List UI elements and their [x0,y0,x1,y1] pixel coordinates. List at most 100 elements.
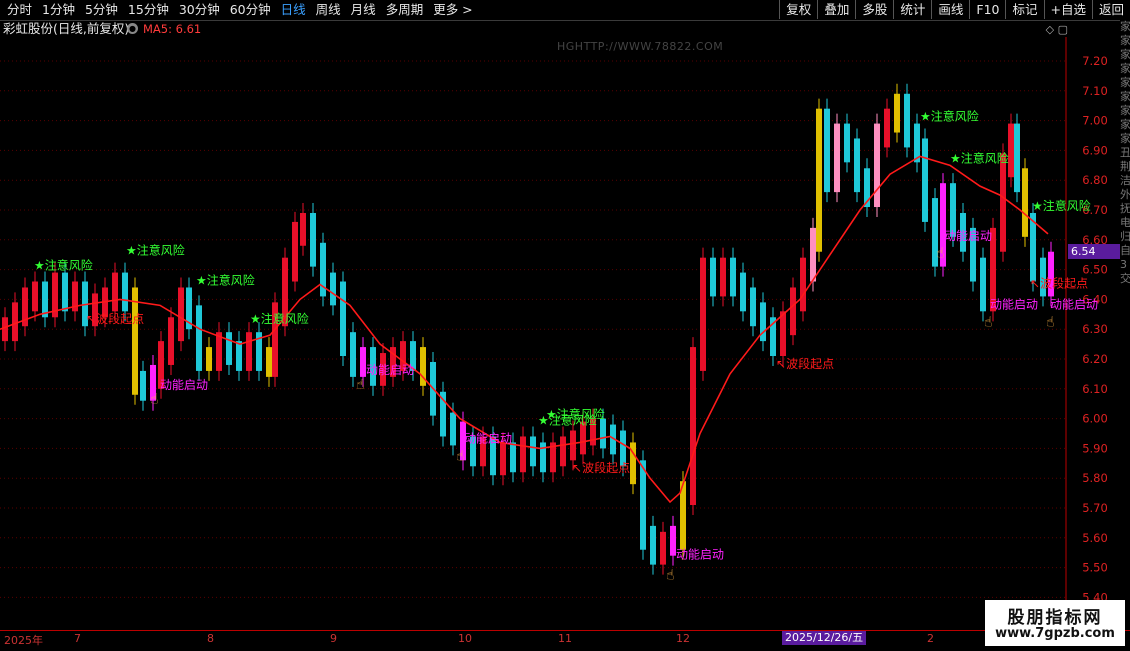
wave-annotation: ↖波段起点 [776,356,834,371]
tool-button-5[interactable]: F10 [969,0,1005,19]
candle-body [226,332,232,365]
momentum-annotation: 动能启动 [1050,297,1098,311]
price-axis-label: 7.10 [1082,84,1108,98]
candle-body [216,332,222,371]
candle-body [530,436,536,467]
tab-timeframe-8[interactable]: 月线 [346,1,381,19]
price-axis-label: 5.90 [1082,441,1108,455]
current-price-badge: 6.54 [1068,244,1123,259]
side-strip-char: 荆 [1120,160,1130,173]
momentum-annotation-text: 动能启动 [990,297,1038,311]
tool-button-6[interactable]: 标记 [1005,0,1043,19]
wave-annotation-text: 波段起点 [582,460,630,475]
risk-annotation: ★注意风险 [196,273,255,288]
candle-body [112,272,118,312]
side-strip-char: 抚 [1120,202,1130,215]
price-axis-label: 7.20 [1082,54,1108,68]
risk-annotation-text: 注意风险 [961,150,1009,165]
tab-timeframe-6[interactable]: 日线 [276,1,311,19]
date-axis-label: 8 [207,632,214,645]
tab-timeframe-1[interactable]: 1分钟 [37,1,80,19]
tool-button-3[interactable]: 统计 [893,0,931,19]
momentum-annotation: 动能启动 [944,229,992,243]
price-axis-label: 5.60 [1082,531,1108,545]
date-axis-label: 2 [927,632,934,645]
tab-timeframe-4[interactable]: 30分钟 [174,1,225,19]
hand-pointer-icon: ☝ [666,568,675,584]
risk-annotation-text: 注意风险 [931,109,979,124]
candle-body [710,257,716,297]
candle-body [2,317,8,342]
side-strip-char: 归 [1120,230,1130,243]
tab-timeframe-9[interactable]: 多周期 [381,1,429,19]
settings-dot-icon[interactable]: ● [127,23,138,34]
candle-body [730,257,736,297]
candle-body [720,257,726,297]
price-axis-label: 6.50 [1082,263,1108,277]
kline-chart[interactable]: 7.207.107.006.906.806.706.606.506.406.30… [0,37,1120,630]
price-axis-label: 6.00 [1082,412,1108,426]
tab-timeframe-10[interactable]: 更多 > [428,1,477,19]
cursor-date-badge: 2025/12/26/五 [782,631,867,645]
candle-body [350,332,356,377]
ma-label: MA5: 6.61 [143,22,202,36]
risk-annotation: ★注意风险 [1032,198,1091,213]
tool-button-7[interactable]: +自选 [1043,0,1092,19]
risk-annotation-text: 注意风险 [261,311,309,326]
momentum-annotation: 动能启动 [464,431,512,445]
risk-annotation-marker: ★ [126,244,137,258]
candle-body [600,418,606,449]
price-axis-label: 6.10 [1082,382,1108,396]
candle-body [824,108,830,193]
tool-button-8[interactable]: 返回 [1091,0,1130,19]
wave-annotation: ↖波段起点 [1030,275,1088,290]
side-strip-char: 家 [1120,118,1130,131]
hand-pointer-icon: ☝ [150,392,159,408]
tab-timeframe-2[interactable]: 5分钟 [80,1,123,19]
candle-body [800,257,806,312]
price-axis-label: 5.80 [1082,471,1108,485]
candle-body [922,138,928,222]
side-strip-char: 家 [1120,34,1130,47]
tab-timeframe-3[interactable]: 15分钟 [123,1,174,19]
tool-button-1[interactable]: 叠加 [817,0,855,19]
side-strip-char: 家 [1120,76,1130,89]
candle-body [700,257,706,371]
side-strip-char: 丑 [1120,146,1130,159]
risk-annotation-marker: ★ [250,312,261,326]
price-axis-label: 5.70 [1082,501,1108,515]
candle-body [1014,123,1020,193]
candle-body [740,272,746,312]
risk-annotation-marker: ★ [34,259,45,273]
hand-pointer-icon: ☝ [984,314,993,330]
hand-pointer-icon: ☝ [1046,314,1055,330]
tab-timeframe-0[interactable]: 分时 [2,1,37,19]
candle-body [310,212,316,267]
candle-body [844,123,850,163]
window-icons[interactable]: ◇ ▢ [1046,23,1068,36]
candle-body [520,436,526,473]
tool-button-2[interactable]: 多股 [855,0,893,19]
side-strip-char: 家 [1120,132,1130,145]
tool-button-0[interactable]: 复权 [779,0,817,19]
date-axis-label: 10 [458,632,472,645]
price-axis-label: 6.20 [1082,352,1108,366]
candle-body [62,272,68,312]
momentum-annotation-text: 动能启动 [464,431,512,445]
candle-body [236,341,242,371]
tool-button-4[interactable]: 画线 [931,0,969,19]
side-strip-char: 家 [1120,48,1130,61]
stock-title: 彩虹股份(日线,前复权) [3,21,130,36]
date-axis-label: 11 [558,632,572,645]
risk-annotation: ★注意风险 [538,413,597,428]
tool-buttons: 复权 叠加 多股 统计 画线 F10 标记 +自选 返回 [779,0,1130,19]
tab-timeframe-7[interactable]: 周线 [311,1,346,19]
wave-annotation-marker: ↖ [776,357,786,371]
tab-timeframe-5[interactable]: 60分钟 [225,1,276,19]
wave-annotation: ↖波段起点 [572,460,630,475]
candle-body [816,108,822,252]
candle-body [510,442,516,473]
side-strip-char: 家 [1120,62,1130,75]
candle-body [750,287,756,327]
risk-annotation-text: 注意风险 [45,258,93,273]
